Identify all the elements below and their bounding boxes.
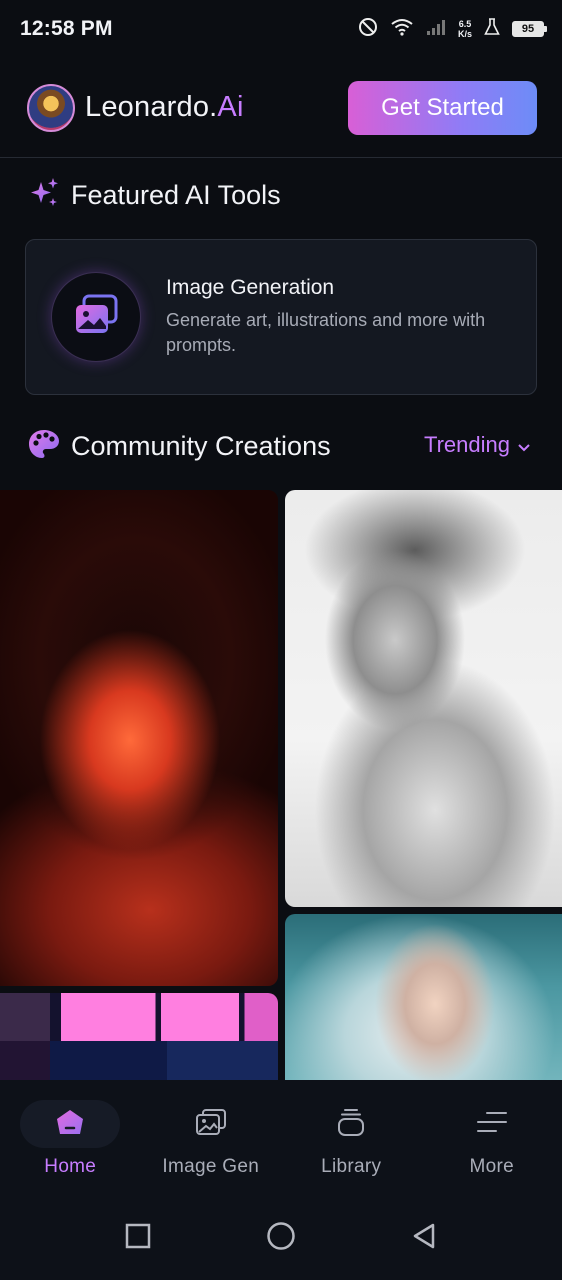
home-icon <box>55 1108 85 1141</box>
image-stack-icon <box>72 293 120 342</box>
gallery-image-marble-statue[interactable] <box>285 490 562 907</box>
nav-item-library[interactable]: Library <box>281 1080 422 1196</box>
gallery-image-red-portrait[interactable] <box>0 490 278 986</box>
menu-icon <box>476 1109 508 1140</box>
trending-dropdown[interactable]: Trending <box>424 432 530 458</box>
nav-label-more: More <box>469 1156 514 1177</box>
palette-icon <box>27 427 61 466</box>
status-bar: 12:58 PM 6.5 K/s 95 <box>0 0 562 58</box>
nav-item-image-gen[interactable]: Image Gen <box>141 1080 282 1196</box>
home-circle-icon[interactable] <box>266 1221 296 1256</box>
brand[interactable]: Leonardo.Ai <box>27 83 244 132</box>
nav-item-home[interactable]: Home <box>0 1080 141 1196</box>
featured-title: Featured AI Tools <box>71 180 281 210</box>
tool-title: Image Generation <box>166 276 335 299</box>
status-icons: 6.5 K/s 95 <box>358 17 547 42</box>
sparkles-icon <box>27 176 61 215</box>
chevron-down-icon <box>518 432 530 458</box>
nav-label-library: Library <box>321 1156 382 1177</box>
nav-library-icon-wrap <box>301 1100 401 1148</box>
bottom-navigation: Home Image Gen Library More <box>0 1080 562 1196</box>
community-gallery[interactable] <box>0 490 562 1080</box>
tool-icon-wrap <box>51 272 141 362</box>
do-not-disturb-icon <box>358 17 378 42</box>
nav-label-home: Home <box>44 1156 97 1177</box>
app-header: Leonardo.Ai Get Started <box>0 58 562 158</box>
wifi-icon <box>390 18 414 41</box>
net-speed: 6.5 K/s <box>458 19 472 39</box>
brand-name: Leonardo.Ai <box>85 91 244 124</box>
nav-image-gen-icon-wrap <box>161 1100 261 1148</box>
brand-name-main: Leonardo. <box>85 91 218 123</box>
net-speed-value: 6.5 <box>458 19 472 29</box>
nav-home-icon-wrap <box>20 1100 121 1148</box>
get-started-button[interactable]: Get Started <box>348 80 537 135</box>
image-gen-icon <box>195 1108 227 1141</box>
net-speed-unit: K/s <box>457 29 472 39</box>
leonardo-logo <box>27 83 75 132</box>
library-icon <box>336 1107 366 1142</box>
system-navigation-bar <box>0 1196 562 1280</box>
nav-label-image-gen: Image Gen <box>162 1156 260 1177</box>
recent-apps-icon[interactable] <box>125 1223 151 1254</box>
flask-icon <box>484 17 500 41</box>
brand-name-ai: Ai <box>217 91 244 123</box>
trending-label: Trending <box>423 432 510 457</box>
tool-text: Image Generation Generate art, illustrat… <box>166 276 496 358</box>
gallery-image-neon-room[interactable] <box>0 993 278 1080</box>
community-title: Community Creations <box>71 431 331 461</box>
tool-card-image-generation[interactable]: Image Generation Generate art, illustrat… <box>25 239 537 395</box>
nav-item-more[interactable]: More <box>422 1080 562 1196</box>
nav-more-icon-wrap <box>442 1100 542 1148</box>
community-section-header: Community Creations <box>27 427 331 466</box>
signal-icon <box>426 18 446 41</box>
status-time: 12:58 PM <box>20 17 113 40</box>
gallery-image-underwater-woman[interactable] <box>285 914 562 1080</box>
back-triangle-icon[interactable] <box>411 1222 437 1255</box>
featured-section-header: Featured AI Tools <box>27 176 281 215</box>
battery-indicator: 95 <box>512 21 547 37</box>
tool-description: Generate art, illustrations and more wit… <box>166 310 486 355</box>
